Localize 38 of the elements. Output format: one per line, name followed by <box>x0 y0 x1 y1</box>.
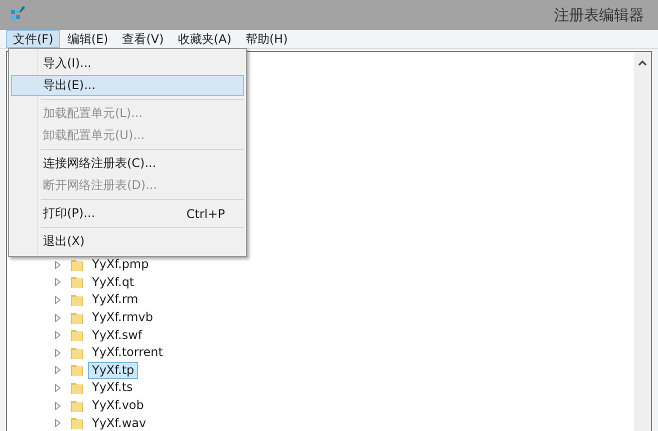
folder-icon <box>69 274 85 290</box>
menu-item[interactable]: 导入(I)... <box>11 53 244 74</box>
tree-item[interactable]: YyXf.tp <box>88 362 138 379</box>
menu-bar-item[interactable]: 帮助(H) <box>238 30 295 48</box>
expand-icon[interactable] <box>55 314 61 322</box>
tree-item[interactable]: YyXf.rm <box>88 291 142 308</box>
expand-icon[interactable] <box>55 402 61 410</box>
menu-item[interactable]: 连接网络注册表(C)... <box>11 153 244 174</box>
expand-icon[interactable] <box>55 366 61 374</box>
menu-item[interactable]: 退出(X) <box>11 231 244 252</box>
tree-item[interactable]: YyXf.pmp <box>88 256 153 274</box>
folder-icon <box>69 362 85 378</box>
tree-item[interactable]: YyXf.swf <box>88 326 146 344</box>
tree-item[interactable]: YyXf.qt <box>88 274 138 291</box>
menu-bar-item[interactable]: 收藏夹(A) <box>170 30 238 48</box>
scrollbar[interactable] <box>634 52 651 431</box>
app-icon <box>10 4 26 20</box>
menu-item[interactable]: 打印(P)... Ctrl+P <box>11 203 244 224</box>
folder-icon <box>69 415 85 431</box>
scroll-up-icon[interactable] <box>638 60 647 66</box>
tree-item[interactable]: YyXf.wav <box>88 414 150 431</box>
tree-item[interactable]: YyXf.ts <box>88 379 137 396</box>
expand-icon[interactable] <box>55 384 61 392</box>
tree-item[interactable]: YyXf.vob <box>88 397 148 414</box>
expand-icon[interactable] <box>55 278 61 286</box>
expand-icon[interactable] <box>55 260 61 269</box>
tree-item[interactable]: YyXf.rmvb <box>88 309 157 326</box>
window-title: 注册表编辑器 <box>554 6 644 24</box>
menu-bar-item[interactable]: 查看(V) <box>115 30 171 48</box>
expand-icon[interactable] <box>55 348 61 357</box>
expand-icon[interactable] <box>55 331 61 340</box>
expand-icon[interactable] <box>55 296 61 304</box>
folder-icon <box>69 327 85 344</box>
tree-item[interactable]: YyXf.torrent <box>88 344 167 362</box>
menu-item[interactable]: 导出(E)... <box>11 75 244 96</box>
menu-bar-item[interactable]: 编辑(E) <box>60 30 116 48</box>
expand-icon[interactable] <box>55 419 61 428</box>
menu-bar-item[interactable]: 文件(F) <box>6 30 60 48</box>
